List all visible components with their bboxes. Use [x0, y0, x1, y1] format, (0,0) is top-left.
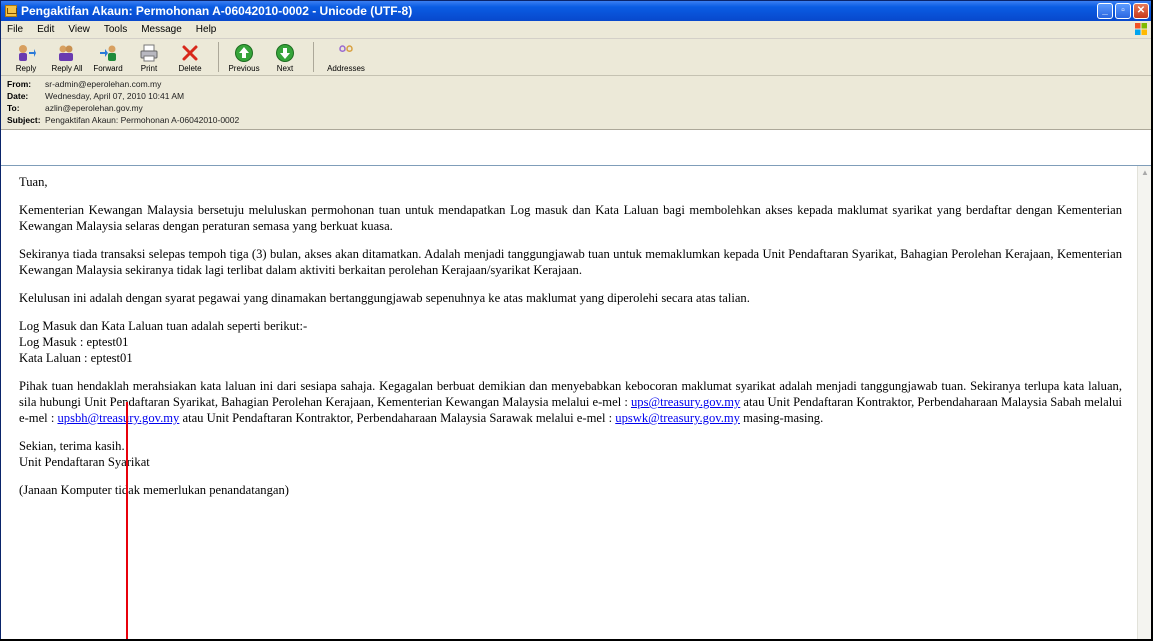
to-value[interactable]: azlin@eperolehan.gov.my — [45, 103, 143, 113]
date-value: Wednesday, April 07, 2010 10:41 AM — [45, 91, 185, 101]
arrow-down-icon — [276, 44, 294, 62]
reply-button[interactable]: Reply — [7, 43, 45, 75]
greeting: Tuan, — [19, 175, 48, 189]
menu-tools[interactable]: Tools — [104, 24, 127, 35]
close-button[interactable]: ✕ — [1133, 3, 1149, 19]
menu-help[interactable]: Help — [196, 24, 217, 35]
paragraph-condition: Kelulusan ini adalah dengan syarat pegaw… — [19, 291, 750, 305]
computer-generated-note: (Janaan Komputer tidak memerlukan penand… — [19, 483, 289, 497]
closing: Sekian, terima kasih. Unit Pendaftaran S… — [19, 439, 150, 469]
email-link-upsbh[interactable]: upsbh@treasury.gov.my — [57, 411, 179, 425]
menu-message[interactable]: Message — [141, 24, 182, 35]
subject-value: Pengaktifan Akaun: Permohonan A-06042010… — [45, 115, 240, 125]
header-date: Date: Wednesday, April 07, 2010 10:41 AM — [7, 91, 185, 101]
vertical-scrollbar[interactable]: ▲ — [1137, 166, 1152, 640]
from-value[interactable]: sr-admin@eperolehan.com.my — [45, 79, 161, 89]
header-subject: Subject: Pengaktifan Akaun: Permohonan A… — [7, 115, 240, 125]
email-window: Pengaktifan Akaun: Permohonan A-06042010… — [0, 0, 1153, 641]
header-to: To: azlin@eperolehan.gov.my — [7, 103, 143, 113]
message-body[interactable]: Tuan, Kementerian Kewangan Malaysia bers… — [1, 165, 1152, 640]
password-line: Kata Laluan : eptest01 — [19, 351, 133, 365]
address-book-icon — [339, 45, 353, 52]
email-link-upswk[interactable]: upswk@treasury.gov.my — [615, 411, 740, 425]
delete-button[interactable]: Delete — [171, 43, 209, 75]
envelope-icon — [5, 5, 17, 17]
forward-button[interactable]: Forward — [89, 43, 127, 75]
printer-icon — [140, 44, 158, 62]
scroll-up-icon[interactable]: ▲ — [1138, 166, 1152, 180]
menu-bar: File Edit View Tools Message Help — [1, 21, 1152, 39]
toolbar-separator — [218, 42, 219, 72]
menu-view[interactable]: View — [68, 24, 90, 35]
forward-icon — [100, 45, 116, 61]
delete-x-icon — [182, 45, 198, 61]
message-content: Tuan, Kementerian Kewangan Malaysia bers… — [19, 174, 1122, 510]
paragraph-credentials: Log Masuk dan Kata Laluan tuan adalah se… — [19, 318, 1122, 366]
reply-all-button[interactable]: Reply All — [48, 43, 86, 75]
text-cursor-marker — [126, 402, 128, 640]
title-bar[interactable]: Pengaktifan Akaun: Permohonan A-06042010… — [1, 1, 1152, 21]
windows-logo-icon — [1135, 23, 1147, 35]
arrow-up-icon — [235, 44, 253, 62]
next-button[interactable]: Next — [266, 43, 304, 75]
previous-button[interactable]: Previous — [225, 43, 263, 75]
toolbar-separator — [313, 42, 314, 72]
toolbar: Reply Reply All Forward Print Delete Pre… — [1, 39, 1152, 76]
window-controls: _ ▫ ✕ — [1097, 3, 1149, 19]
print-button[interactable]: Print — [130, 43, 168, 75]
header-from: From: sr-admin@eperolehan.com.my — [7, 79, 162, 89]
window-title: Pengaktifan Akaun: Permohonan A-06042010… — [21, 4, 413, 18]
menu-file[interactable]: File — [7, 24, 23, 35]
paragraph-confidentiality: Pihak tuan hendaklah merahsiakan kata la… — [19, 379, 1122, 425]
reply-all-icon — [59, 45, 73, 61]
menu-edit[interactable]: Edit — [37, 24, 54, 35]
paragraph-inactivity: Sekiranya tiada transaksi selepas tempoh… — [19, 247, 1122, 277]
email-link-ups[interactable]: ups@treasury.gov.my — [631, 395, 740, 409]
credentials-intro: Log Masuk dan Kata Laluan tuan adalah se… — [19, 319, 308, 333]
login-line: Log Masuk : eptest01 — [19, 335, 129, 349]
maximize-button[interactable]: ▫ — [1115, 3, 1131, 19]
reply-icon — [19, 45, 36, 61]
minimize-button[interactable]: _ — [1097, 3, 1113, 19]
message-headers: From: sr-admin@eperolehan.com.my Date: W… — [1, 76, 1152, 130]
addresses-button[interactable]: Addresses — [320, 43, 372, 75]
paragraph-approval: Kementerian Kewangan Malaysia bersetuju … — [19, 203, 1122, 233]
